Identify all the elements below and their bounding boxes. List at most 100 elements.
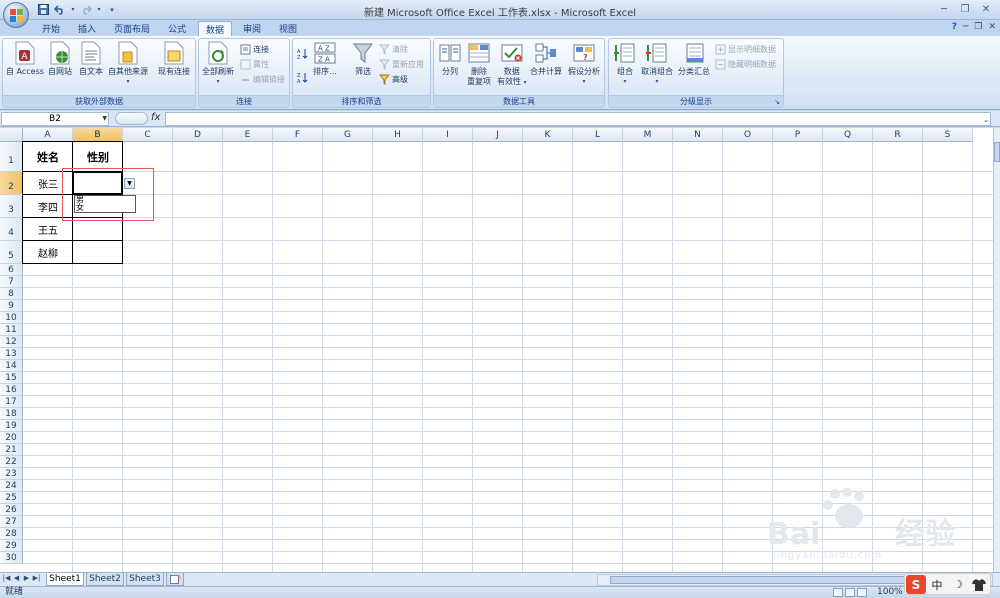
tab-page-layout[interactable]: 页面布局 xyxy=(108,21,156,36)
tab-view[interactable]: 视图 xyxy=(272,21,304,36)
consolidate-button[interactable]: 合并计算 xyxy=(530,41,562,77)
last-sheet-icon[interactable]: ▶| xyxy=(32,574,41,582)
name-box[interactable]: B2 ▼ xyxy=(1,112,109,126)
tab-insert[interactable]: 插入 xyxy=(70,21,104,36)
row-header-4[interactable]: 4 xyxy=(0,218,23,241)
normal-view-button[interactable] xyxy=(833,588,843,597)
filter-button[interactable]: 筛选 xyxy=(351,41,375,77)
close-icon[interactable]: ✕ xyxy=(976,2,996,17)
cell-a2[interactable]: 张三 xyxy=(23,172,73,195)
column-header-j[interactable]: J xyxy=(473,128,523,142)
column-header-g[interactable]: G xyxy=(323,128,373,142)
select-all-button[interactable] xyxy=(0,128,23,142)
row-header-22[interactable]: 22 xyxy=(0,456,23,468)
row-header-23[interactable]: 23 xyxy=(0,468,23,480)
edit-links-button[interactable]: 编辑链接 xyxy=(240,73,285,86)
row-header-15[interactable]: 15 xyxy=(0,372,23,384)
worksheet-grid[interactable]: A B C D E F G H I J K L M N O P Q R S 1 2 3 4 5 6 7 8 9 10 11 12 13 14 15… xyxy=(0,128,993,572)
chevron-down-icon[interactable]: ▼ xyxy=(102,113,107,125)
row-header-3[interactable]: 3 xyxy=(0,195,23,218)
row-header-29[interactable]: 29 xyxy=(0,540,23,552)
insert-function-button[interactable]: fx xyxy=(151,112,160,123)
minimize-icon[interactable]: ─ xyxy=(934,2,954,17)
insert-sheet-icon[interactable] xyxy=(166,573,184,586)
row-header-28[interactable]: 28 xyxy=(0,528,23,540)
reapply-button[interactable]: 重新应用 xyxy=(379,58,424,71)
row-header-30[interactable]: 30 xyxy=(0,552,23,564)
row-header-6[interactable]: 6 xyxy=(0,264,23,276)
column-header-d[interactable]: D xyxy=(173,128,223,142)
sort-ascending-button[interactable]: AZ xyxy=(297,47,308,60)
row-header-24[interactable]: 24 xyxy=(0,480,23,492)
row-header-13[interactable]: 13 xyxy=(0,348,23,360)
validation-dropdown-arrow-icon[interactable]: ▼ xyxy=(124,178,135,189)
column-header-f[interactable]: F xyxy=(273,128,323,142)
restore-icon[interactable]: ❐ xyxy=(955,2,975,17)
row-header-10[interactable]: 10 xyxy=(0,312,23,324)
ribbon-restore-icon[interactable]: ❐ xyxy=(974,22,982,32)
tab-review[interactable]: 审阅 xyxy=(236,21,268,36)
first-sheet-icon[interactable]: |◀ xyxy=(2,574,11,582)
cell-a5[interactable]: 赵柳 xyxy=(23,241,73,264)
row-header-1[interactable]: 1 xyxy=(0,142,23,172)
row-header-21[interactable]: 21 xyxy=(0,444,23,456)
sort-button[interactable]: A Z Z A 排序... xyxy=(313,41,337,77)
ungroup-button[interactable]: 取消组合 ▾ xyxy=(641,41,673,87)
dialog-launcher-icon[interactable]: ↘ xyxy=(774,96,780,108)
row-header-17[interactable]: 17 xyxy=(0,396,23,408)
what-if-analysis-button[interactable]: ? 假设分析 ▾ xyxy=(568,41,600,87)
shirt-icon[interactable] xyxy=(969,575,989,594)
expand-formula-bar-icon[interactable]: ⌄ xyxy=(983,116,989,124)
remove-duplicates-button[interactable]: 删除 重复项 xyxy=(467,41,491,87)
row-header-14[interactable]: 14 xyxy=(0,360,23,372)
row-header-11[interactable]: 11 xyxy=(0,324,23,336)
tab-formulas[interactable]: 公式 xyxy=(160,21,194,36)
column-header-b[interactable]: B xyxy=(73,128,123,142)
clear-filter-button[interactable]: 清除 xyxy=(379,43,408,56)
row-header-7[interactable]: 7 xyxy=(0,276,23,288)
column-header-n[interactable]: N xyxy=(673,128,723,142)
sheet-tab-3[interactable]: Sheet3 xyxy=(126,573,164,586)
from-web-button[interactable]: 自网站 xyxy=(48,41,72,77)
subtotal-button[interactable]: 分类汇总 xyxy=(678,41,710,77)
show-detail-button[interactable]: 显示明细数据 xyxy=(715,43,776,56)
row-header-16[interactable]: 16 xyxy=(0,384,23,396)
column-header-m[interactable]: M xyxy=(623,128,673,142)
cell-a3[interactable]: 李四 xyxy=(23,195,73,218)
next-sheet-icon[interactable]: ▶ xyxy=(22,574,31,582)
sheet-tab-1[interactable]: Sheet1 xyxy=(46,573,84,586)
properties-button[interactable]: 属性 xyxy=(240,58,269,71)
row-header-27[interactable]: 27 xyxy=(0,516,23,528)
moon-icon[interactable]: ☽ xyxy=(948,575,968,594)
prev-sheet-icon[interactable]: ◀ xyxy=(12,574,21,582)
zoom-level[interactable]: 100% xyxy=(877,587,903,598)
sogou-logo-icon[interactable]: S xyxy=(906,575,926,594)
tab-home[interactable]: 开始 xyxy=(34,21,68,36)
row-header-20[interactable]: 20 xyxy=(0,432,23,444)
vertical-scroll-thumb[interactable] xyxy=(994,142,1000,162)
dropdown-option[interactable]: 女 xyxy=(76,204,135,212)
data-validation-button[interactable]: 数据 有效性 ▾ xyxy=(497,41,527,88)
active-cell-b2[interactable] xyxy=(72,171,123,195)
hide-detail-button[interactable]: 隐藏明细数据 xyxy=(715,58,776,71)
column-header-h[interactable]: H xyxy=(373,128,423,142)
formula-input[interactable]: ⌄ xyxy=(165,112,991,126)
from-text-button[interactable]: 自文本 xyxy=(79,41,103,77)
column-header-o[interactable]: O xyxy=(723,128,773,142)
row-header-18[interactable]: 18 xyxy=(0,408,23,420)
column-header-e[interactable]: E xyxy=(223,128,273,142)
cell-a1[interactable]: 姓名 xyxy=(23,142,73,172)
connections-button[interactable]: 连接 xyxy=(240,43,269,56)
text-to-columns-button[interactable]: 分列 xyxy=(438,41,462,77)
sort-descending-button[interactable]: ZA xyxy=(297,71,308,84)
column-header-a[interactable]: A xyxy=(23,128,73,142)
tab-data[interactable]: 数据 xyxy=(198,21,232,36)
column-header-k[interactable]: K xyxy=(523,128,573,142)
column-header-l[interactable]: L xyxy=(573,128,623,142)
row-header-19[interactable]: 19 xyxy=(0,420,23,432)
cell-b1[interactable]: 性别 xyxy=(73,142,123,172)
sheet-tab-2[interactable]: Sheet2 xyxy=(86,573,124,586)
refresh-all-button[interactable]: 全部刷新 ▾ xyxy=(202,41,234,87)
existing-connections-button[interactable]: 现有连接 xyxy=(158,41,190,77)
advanced-filter-button[interactable]: 高级 xyxy=(379,73,408,86)
